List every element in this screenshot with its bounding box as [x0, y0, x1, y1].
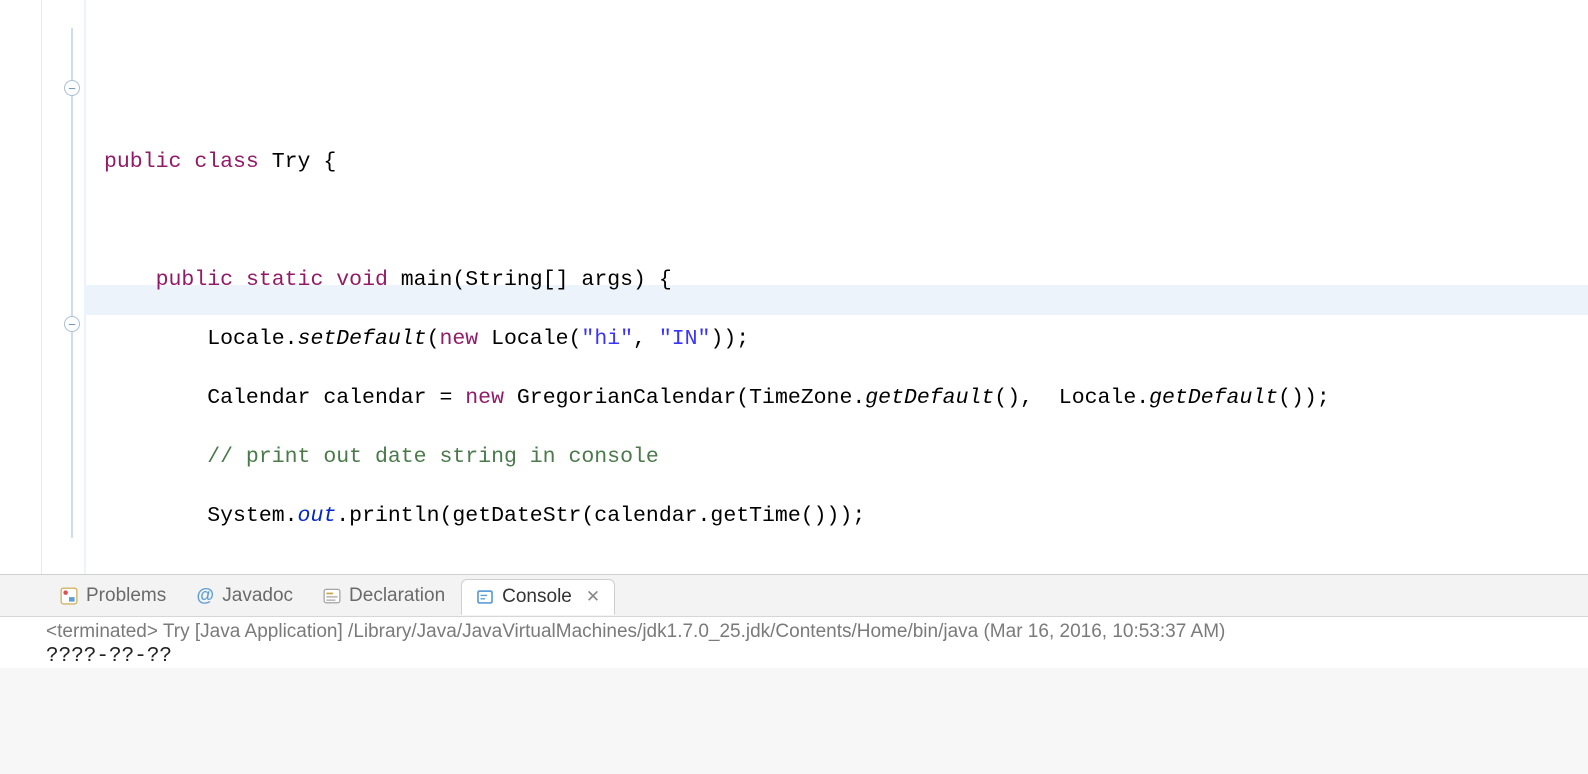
tab-label: Console: [502, 586, 572, 608]
close-icon[interactable]: ✕: [586, 587, 600, 607]
tab-problems[interactable]: Problems: [46, 579, 180, 613]
fold-ruler: − −: [58, 0, 86, 574]
console-icon: [476, 588, 494, 606]
code-line: [86, 207, 1588, 237]
tabs-row: Problems @ Javadoc Declaration Console ✕: [0, 575, 1588, 617]
marker-ruler: [42, 0, 58, 574]
tab-console[interactable]: Console ✕: [461, 579, 615, 615]
bottom-panel: Problems @ Javadoc Declaration Console ✕…: [0, 574, 1588, 774]
fold-toggle-icon[interactable]: −: [64, 316, 80, 332]
editor-pane: − − public class Try { public static voi…: [0, 0, 1588, 574]
scope-bar: [71, 28, 73, 538]
code-line: // print out date string in console: [86, 443, 1588, 473]
tab-label: Javadoc: [222, 585, 293, 607]
console-status: <terminated> Try [Java Application] /Lib…: [46, 621, 1588, 643]
console-output[interactable]: ????-??-??: [46, 645, 1588, 668]
code-line: public static void main(String[] args) {: [86, 266, 1588, 296]
fold-toggle-icon[interactable]: −: [64, 80, 80, 96]
tab-label: Problems: [86, 585, 166, 607]
code-area[interactable]: public class Try { public static void ma…: [86, 0, 1588, 574]
problems-icon: [60, 587, 78, 605]
code-line: Locale.setDefault(new Locale("hi", "IN")…: [86, 325, 1588, 355]
tab-javadoc[interactable]: @ Javadoc: [182, 579, 307, 613]
code-line: System.out.println(getDateStr(calendar.g…: [86, 502, 1588, 532]
code-line: Calendar calendar = new GregorianCalenda…: [86, 384, 1588, 414]
code-line: public class Try {: [86, 148, 1588, 178]
console-body: <terminated> Try [Java Application] /Lib…: [0, 617, 1588, 668]
tab-label: Declaration: [349, 585, 445, 607]
code-line: [86, 561, 1588, 575]
declaration-icon: [323, 587, 341, 605]
javadoc-icon: @: [196, 587, 214, 605]
left-gutter: [0, 0, 42, 574]
tab-declaration[interactable]: Declaration: [309, 579, 459, 613]
